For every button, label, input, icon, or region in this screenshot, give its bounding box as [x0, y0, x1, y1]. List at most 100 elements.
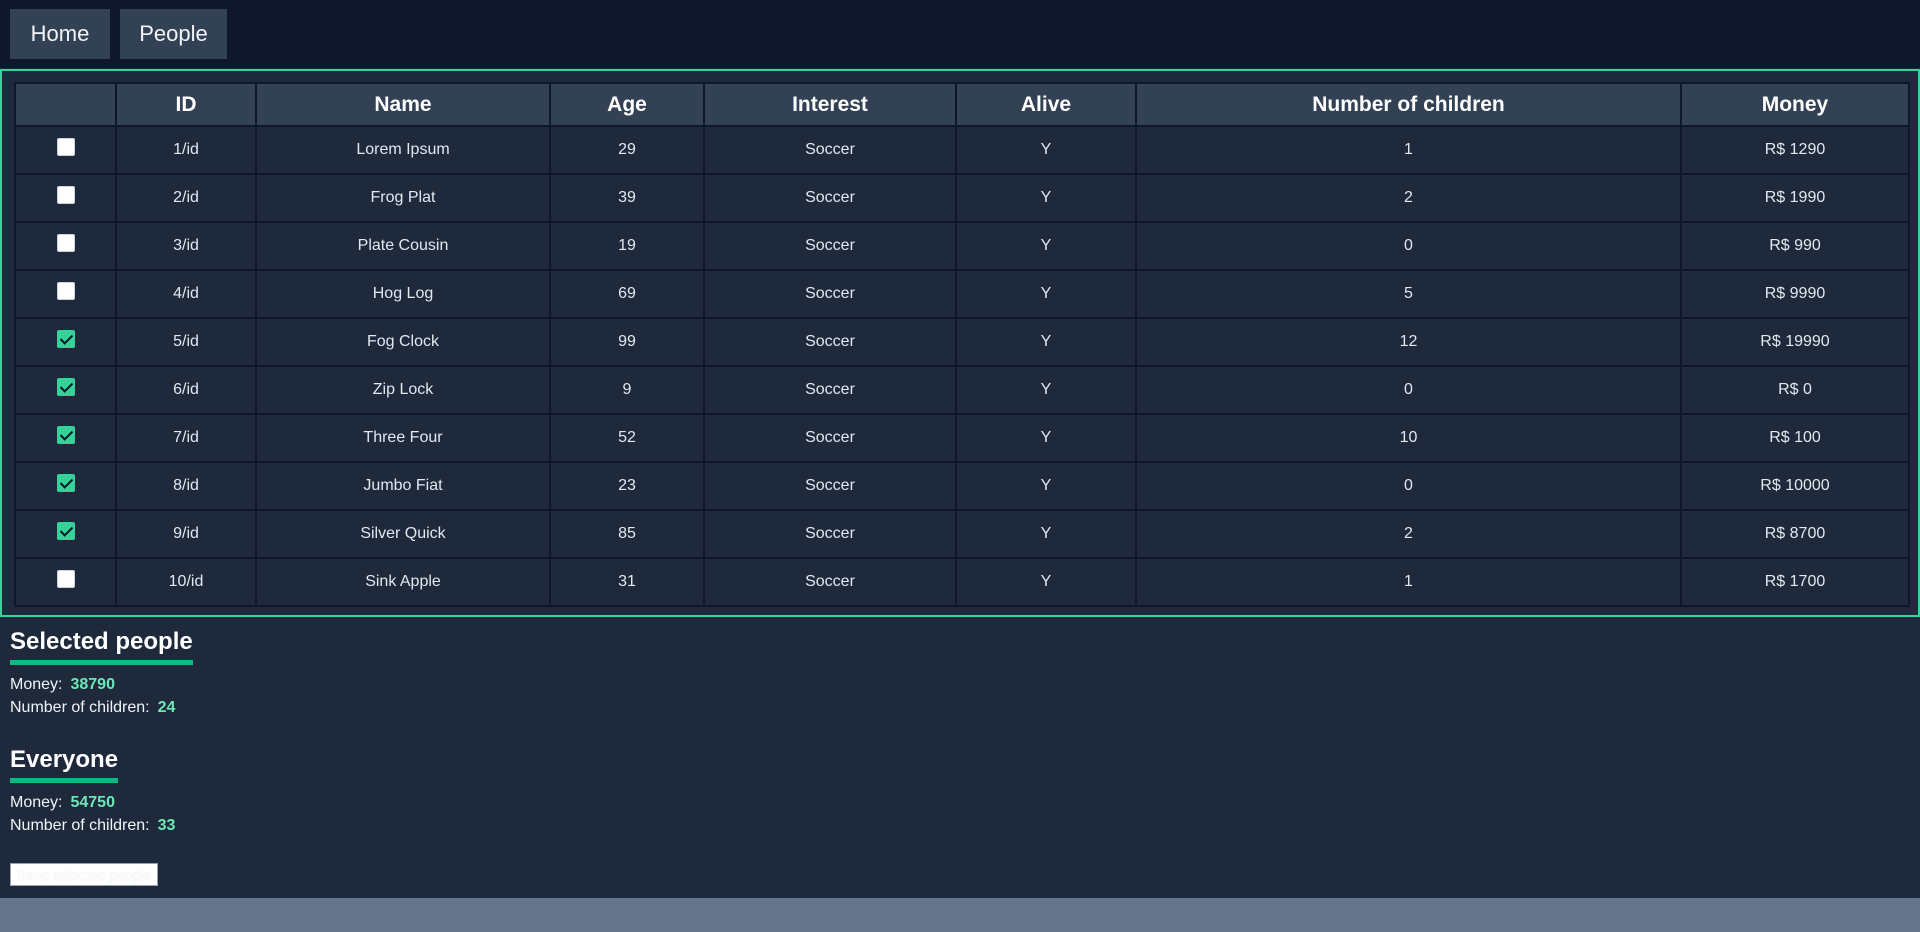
header-money: Money [1680, 82, 1910, 127]
selected-money-label: Money: [10, 676, 63, 693]
select-cell [14, 365, 117, 415]
select-cell [14, 269, 117, 319]
cell-money: R$ 1990 [1680, 173, 1910, 223]
row-select-checkbox[interactable] [56, 425, 75, 444]
selected-children-stat: Number of children: 24 [10, 696, 410, 719]
row-select-checkbox[interactable] [56, 185, 75, 204]
people-table: ID Name Age Interest Alive Number of chi… [14, 82, 1910, 607]
select-cell [14, 221, 117, 271]
cell-alive: Y [955, 125, 1137, 175]
cell-alive: Y [955, 317, 1137, 367]
cell-interest: Soccer [703, 317, 957, 367]
row-select-checkbox[interactable] [56, 233, 75, 252]
cell-money: R$ 9990 [1680, 269, 1910, 319]
selected-money-stat: Money: 38790 [10, 673, 410, 696]
header-alive: Alive [955, 82, 1137, 127]
table-row: 6/id Zip Lock 9 Soccer Y 0 R$ 0 [14, 365, 1910, 415]
cell-alive: Y [955, 413, 1137, 463]
table-row: 4/id Hog Log 69 Soccer Y 5 R$ 9990 [14, 269, 1910, 319]
header-select [14, 82, 117, 127]
select-cell [14, 125, 117, 175]
cell-id: 10/id [115, 557, 257, 607]
everyone-summary: Everyone Money: 54750 Number of children:… [10, 746, 410, 837]
row-select-checkbox[interactable] [56, 521, 75, 540]
select-cell [14, 557, 117, 607]
cell-children: 2 [1135, 509, 1682, 559]
row-select-checkbox[interactable] [56, 329, 75, 348]
row-select-checkbox[interactable] [56, 281, 75, 300]
cell-money: R$ 1290 [1680, 125, 1910, 175]
everyone-children-value: 33 [157, 817, 176, 834]
cell-children: 0 [1135, 221, 1682, 271]
selected-children-label: Number of children: [10, 699, 150, 716]
table-row: 1/id Lorem Ipsum 29 Soccer Y 1 R$ 1290 [14, 125, 1910, 175]
cell-age: 23 [549, 461, 705, 511]
cell-alive: Y [955, 365, 1137, 415]
selected-people-title: Selected people [10, 628, 193, 665]
cell-age: 52 [549, 413, 705, 463]
row-select-checkbox[interactable] [56, 569, 75, 588]
cell-interest: Soccer [703, 509, 957, 559]
table-header-row: ID Name Age Interest Alive Number of chi… [14, 82, 1910, 127]
cell-children: 0 [1135, 461, 1682, 511]
nav-people-button[interactable]: People [120, 9, 227, 59]
cell-interest: Soccer [703, 461, 957, 511]
cell-name: Zip Lock [255, 365, 551, 415]
cell-name: Sink Apple [255, 557, 551, 607]
cell-children: 5 [1135, 269, 1682, 319]
everyone-money-stat: Money: 54750 [10, 791, 410, 814]
selected-people-summary: Selected people Money: 38790 Number of ch… [10, 628, 410, 719]
nav-home-button[interactable]: Home [10, 9, 110, 59]
cell-interest: Soccer [703, 557, 957, 607]
cell-id: 5/id [115, 317, 257, 367]
cell-name: Frog Plat [255, 173, 551, 223]
cell-age: 29 [549, 125, 705, 175]
cell-name: Fog Clock [255, 317, 551, 367]
cell-children: 1 [1135, 125, 1682, 175]
everyone-title: Everyone [10, 746, 119, 783]
table-body: 1/id Lorem Ipsum 29 Soccer Y 1 R$ 1290 2/id Frog… [14, 125, 1910, 607]
header-id: ID [115, 82, 257, 127]
row-select-checkbox[interactable] [56, 377, 75, 396]
cell-interest: Soccer [703, 173, 957, 223]
cell-id: 6/id [115, 365, 257, 415]
cell-interest: Soccer [703, 365, 957, 415]
table-row: 3/id Plate Cousin 19 Soccer Y 0 R$ 990 [14, 221, 1910, 271]
cell-children: 12 [1135, 317, 1682, 367]
cell-alive: Y [955, 509, 1137, 559]
everyone-money-value: 54750 [70, 794, 115, 811]
cell-alive: Y [955, 557, 1137, 607]
select-cell [14, 173, 117, 223]
people-table-container: ID Name Age Interest Alive Number of chi… [0, 69, 1920, 617]
footer-strip [0, 898, 1920, 932]
selected-money-value: 38790 [70, 676, 115, 693]
cell-age: 99 [549, 317, 705, 367]
cell-age: 85 [549, 509, 705, 559]
app: Home People ID Name Age Interest Alive N… [0, 0, 1920, 898]
cell-name: Three Four [255, 413, 551, 463]
table-row: 5/id Fog Clock 99 Soccer Y 12 R$ 19990 [14, 317, 1910, 367]
send-selected-people-button[interactable]: Send selected people [10, 863, 158, 886]
select-cell [14, 413, 117, 463]
cell-age: 69 [549, 269, 705, 319]
row-select-checkbox[interactable] [56, 137, 75, 156]
cell-id: 9/id [115, 509, 257, 559]
cell-name: Jumbo Fiat [255, 461, 551, 511]
cell-id: 1/id [115, 125, 257, 175]
cell-alive: Y [955, 461, 1137, 511]
cell-money: R$ 8700 [1680, 509, 1910, 559]
table-row: 2/id Frog Plat 39 Soccer Y 2 R$ 1990 [14, 173, 1910, 223]
row-select-checkbox[interactable] [56, 473, 75, 492]
everyone-money-label: Money: [10, 794, 63, 811]
cell-id: 7/id [115, 413, 257, 463]
header-interest: Interest [703, 82, 957, 127]
cell-id: 4/id [115, 269, 257, 319]
select-cell [14, 461, 117, 511]
cell-age: 19 [549, 221, 705, 271]
cell-children: 1 [1135, 557, 1682, 607]
cell-children: 2 [1135, 173, 1682, 223]
cell-age: 39 [549, 173, 705, 223]
cell-interest: Soccer [703, 269, 957, 319]
selected-children-value: 24 [157, 699, 176, 716]
cell-interest: Soccer [703, 125, 957, 175]
